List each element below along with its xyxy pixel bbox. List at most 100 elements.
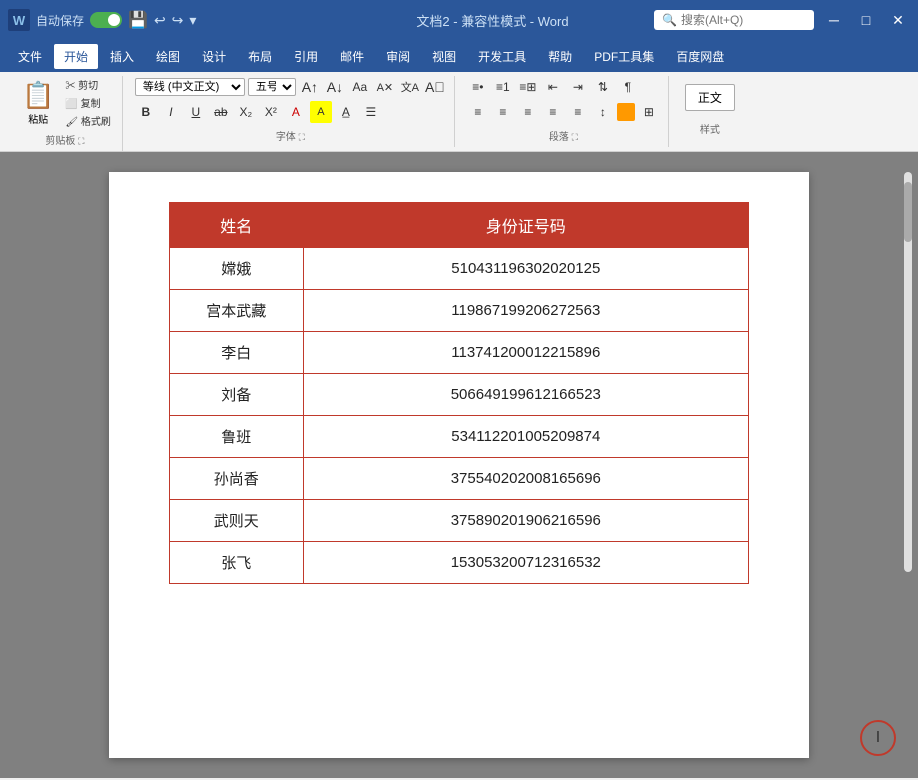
copy-button[interactable]: ⬜ 复制 bbox=[62, 94, 113, 111]
menu-dev[interactable]: 开发工具 bbox=[468, 44, 536, 69]
table-header-row: 姓名 身份证号码 bbox=[170, 203, 749, 248]
menu-view[interactable]: 视图 bbox=[422, 44, 466, 69]
font-group: 等线 (中文正文) 五号 A↑ A↓ Aa A✕ 文A A⃣ B I U ab … bbox=[127, 76, 455, 147]
subscript-button[interactable]: X₂ bbox=[235, 101, 257, 123]
title-bar: W 自动保存 💾 ↩ ↪ ▾ 文档2 - 兼容性模式 - Word 🔍 ─ □ … bbox=[0, 0, 918, 40]
menu-baidu[interactable]: 百度网盘 bbox=[666, 44, 734, 69]
cell-id: 153053200712316532 bbox=[303, 542, 748, 584]
title-bar-left: W 自动保存 💾 ↩ ↪ ▾ bbox=[8, 9, 331, 31]
clipboard-group: 📋 粘贴 ✂ 剪切 ⬜ 复制 🖌 格式刷 剪贴板 ⛶ bbox=[8, 76, 123, 151]
cell-name: 刘备 bbox=[170, 374, 304, 416]
paste-icon: 📋 bbox=[22, 80, 54, 111]
cell-id: 375540202008165696 bbox=[303, 458, 748, 500]
table-body: 嫦娥510431196302020125宫本武藏1198671992062725… bbox=[170, 248, 749, 584]
menu-insert[interactable]: 插入 bbox=[100, 44, 144, 69]
menu-mail[interactable]: 邮件 bbox=[330, 44, 374, 69]
title-bar-right: 🔍 ─ □ ✕ bbox=[654, 8, 910, 32]
font-label: 字体 ⛶ bbox=[135, 128, 446, 143]
cut-button[interactable]: ✂ 剪切 bbox=[62, 76, 113, 93]
save-icon[interactable]: 💾 bbox=[128, 10, 148, 30]
line-spacing-button[interactable]: ↕ bbox=[592, 101, 614, 123]
shading-button[interactable] bbox=[617, 103, 635, 121]
autosave-label: 自动保存 bbox=[36, 12, 84, 29]
clipboard-buttons: 📋 粘贴 ✂ 剪切 ⬜ 复制 🖌 格式刷 bbox=[16, 76, 114, 130]
highlight-button[interactable]: A bbox=[310, 101, 332, 123]
styles-label: 样式 bbox=[681, 121, 739, 136]
normal-style[interactable]: 正文 bbox=[685, 84, 735, 111]
menu-bar: 文件 开始 插入 绘图 设计 布局 引用 邮件 审阅 视图 开发工具 帮助 PD… bbox=[0, 40, 918, 72]
table-row: 鲁班534112201005209874 bbox=[170, 416, 749, 458]
underline-button[interactable]: U bbox=[185, 101, 207, 123]
styles-preview-area: 正文 bbox=[681, 76, 739, 119]
menu-pdf[interactable]: PDF工具集 bbox=[584, 44, 664, 69]
menu-review[interactable]: 审阅 bbox=[376, 44, 420, 69]
menu-help[interactable]: 帮助 bbox=[538, 44, 582, 69]
table-row: 张飞153053200712316532 bbox=[170, 542, 749, 584]
justify-button[interactable]: ≡ bbox=[542, 101, 564, 123]
font-shade-button[interactable]: A̲ bbox=[335, 101, 357, 123]
undo-icon[interactable]: ↩ bbox=[154, 12, 166, 29]
menu-draw[interactable]: 绘图 bbox=[146, 44, 190, 69]
char-shade-button[interactable]: ☰ bbox=[360, 101, 382, 123]
cursor-icon: I bbox=[876, 729, 880, 747]
superscript-button[interactable]: X² bbox=[260, 101, 282, 123]
table-row: 武则天375890201906216596 bbox=[170, 500, 749, 542]
italic-button[interactable]: I bbox=[160, 101, 182, 123]
char-border-button[interactable]: A⃣ bbox=[424, 76, 446, 98]
multilevel-button[interactable]: ≡⊞ bbox=[517, 76, 539, 98]
table-row: 宫本武藏119867199206272563 bbox=[170, 290, 749, 332]
align-left-button[interactable]: ≡ bbox=[467, 101, 489, 123]
cell-name: 孙尚香 bbox=[170, 458, 304, 500]
minimize-button[interactable]: ─ bbox=[822, 8, 846, 32]
font-case-button[interactable]: Aa bbox=[349, 76, 371, 98]
cell-name: 李白 bbox=[170, 332, 304, 374]
menu-home[interactable]: 开始 bbox=[54, 44, 98, 69]
font-clear-button[interactable]: A✕ bbox=[374, 76, 396, 98]
cell-id: 534112201005209874 bbox=[303, 416, 748, 458]
font-row2: B I U ab X₂ X² A A A̲ ☰ bbox=[135, 101, 382, 123]
sort-button[interactable]: ⇅ bbox=[592, 76, 614, 98]
font-color-button[interactable]: A bbox=[285, 101, 307, 123]
font-family-select[interactable]: 等线 (中文正文) bbox=[135, 78, 245, 96]
search-input[interactable] bbox=[681, 13, 801, 27]
align-center-button[interactable]: ≡ bbox=[492, 101, 514, 123]
autosave-toggle[interactable] bbox=[90, 12, 122, 28]
dist-button[interactable]: ≡ bbox=[567, 101, 589, 123]
font-grow-button[interactable]: A↑ bbox=[299, 76, 321, 98]
maximize-button[interactable]: □ bbox=[854, 8, 878, 32]
increase-indent-button[interactable]: ⇥ bbox=[567, 76, 589, 98]
search-box[interactable]: 🔍 bbox=[654, 10, 814, 30]
align-right-button[interactable]: ≡ bbox=[517, 101, 539, 123]
phonetic-button[interactable]: 文A bbox=[399, 76, 421, 98]
font-size-select[interactable]: 五号 bbox=[248, 78, 296, 96]
paste-button[interactable]: 📋 粘贴 bbox=[16, 76, 60, 130]
menu-design[interactable]: 设计 bbox=[192, 44, 236, 69]
close-button[interactable]: ✕ bbox=[886, 8, 910, 32]
menu-layout[interactable]: 布局 bbox=[238, 44, 282, 69]
ribbon-row: 📋 粘贴 ✂ 剪切 ⬜ 复制 🖌 格式刷 剪贴板 ⛶ 等线 (中文正文) bbox=[8, 76, 910, 151]
font-shrink-button[interactable]: A↓ bbox=[324, 76, 346, 98]
table-row: 李白113741200012215896 bbox=[170, 332, 749, 374]
bold-button[interactable]: B bbox=[135, 101, 157, 123]
cell-name: 宫本武藏 bbox=[170, 290, 304, 332]
redo-icon[interactable]: ↪ bbox=[172, 12, 184, 29]
window-title: 文档2 - 兼容性模式 - Word bbox=[331, 11, 654, 30]
format-painter-button[interactable]: 🖌 格式刷 bbox=[62, 112, 113, 129]
decrease-indent-button[interactable]: ⇤ bbox=[542, 76, 564, 98]
menu-file[interactable]: 文件 bbox=[8, 44, 52, 69]
word-logo: W bbox=[8, 9, 30, 31]
cell-name: 张飞 bbox=[170, 542, 304, 584]
numbering-button[interactable]: ≡1 bbox=[492, 76, 514, 98]
document-area: 姓名 身份证号码 嫦娥510431196302020125宫本武藏1198671… bbox=[0, 152, 918, 778]
cell-name: 嫦娥 bbox=[170, 248, 304, 290]
col-header-name: 姓名 bbox=[170, 203, 304, 248]
paste-label: 粘贴 bbox=[28, 111, 48, 126]
menu-references[interactable]: 引用 bbox=[284, 44, 328, 69]
quick-access-icon[interactable]: ▾ bbox=[189, 12, 196, 29]
scrollbar-thumb[interactable] bbox=[904, 182, 912, 242]
bullets-button[interactable]: ≡• bbox=[467, 76, 489, 98]
show-marks-button[interactable]: ¶ bbox=[617, 76, 639, 98]
strikethrough-button[interactable]: ab bbox=[210, 101, 232, 123]
border-button[interactable]: ⊞ bbox=[638, 101, 660, 123]
scrollbar-track[interactable] bbox=[904, 172, 912, 572]
